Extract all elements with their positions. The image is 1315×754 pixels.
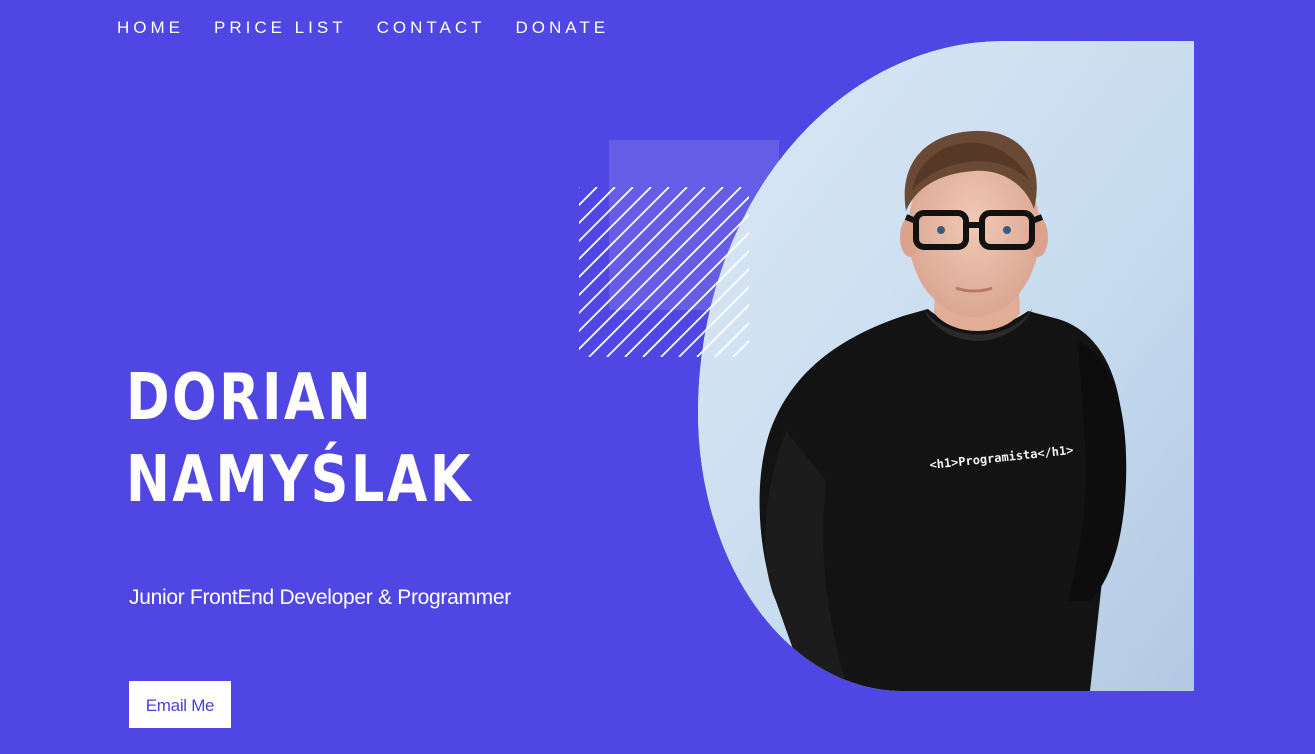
hero-name: DORIAN NAMYŚLAK [126,357,473,521]
hero-name-first: DORIAN [126,361,374,435]
nav-contact[interactable]: CONTACT [377,17,486,39]
nav-donate[interactable]: DONATE [516,17,610,39]
profile-photo: <h1>Programista</h1> [698,41,1194,691]
profile-photo-illustration: <h1>Programista</h1> [698,41,1194,691]
diagonal-stripes-decoration [579,187,749,357]
email-me-button[interactable]: Email Me [129,681,231,728]
nav-home[interactable]: HOME [117,17,184,39]
main-nav: HOME PRICE LIST CONTACT DONATE [117,17,639,39]
nav-price-list[interactable]: PRICE LIST [214,17,347,39]
hero-name-last: NAMYŚLAK [126,443,473,517]
hero-tagline: Junior FrontEnd Developer & Programmer [129,586,511,609]
